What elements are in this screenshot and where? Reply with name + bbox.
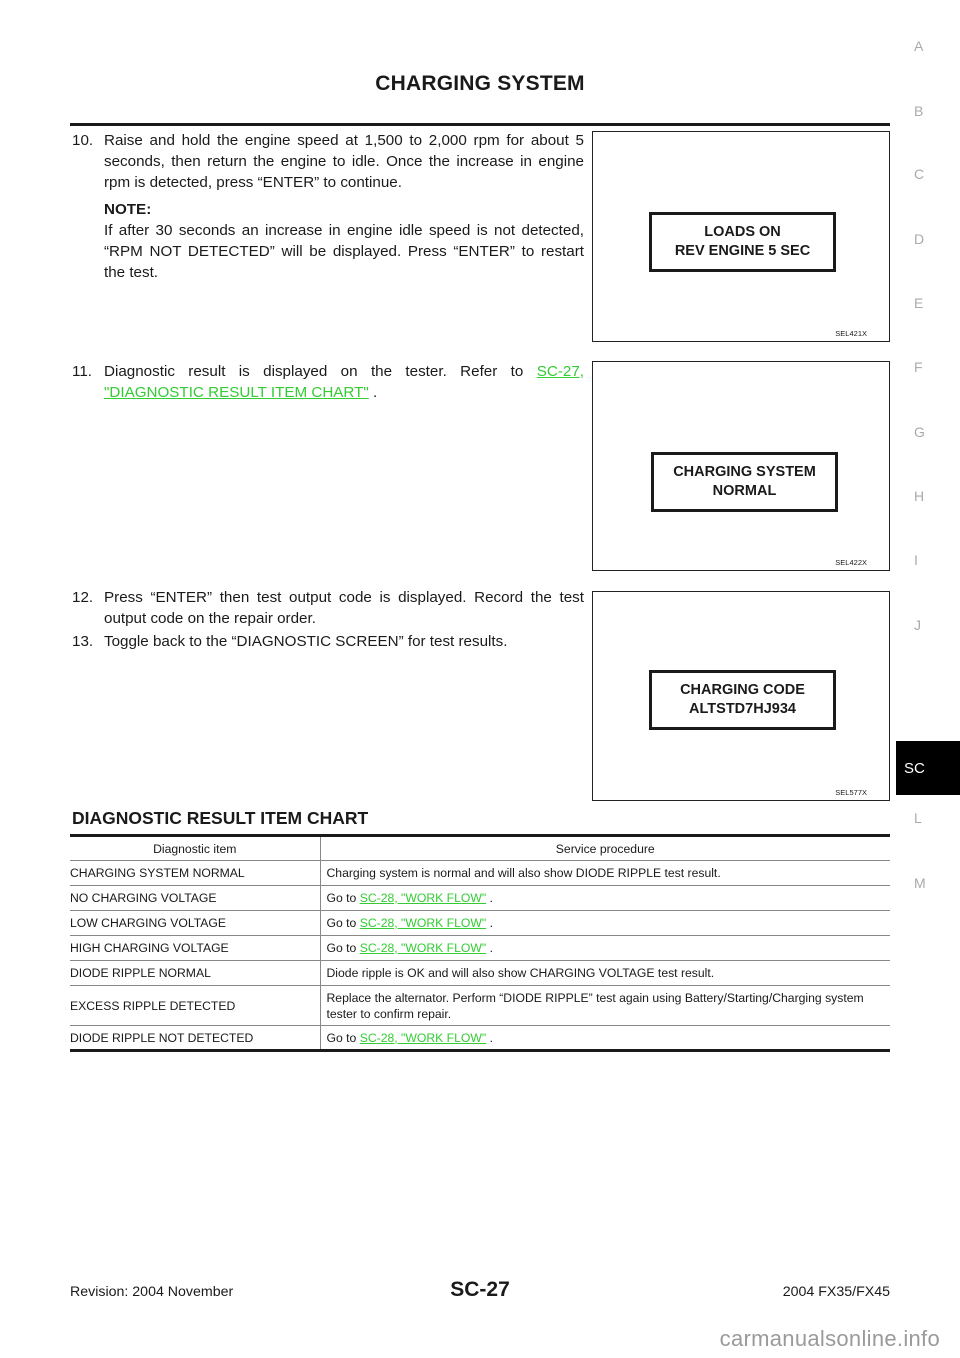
table-row: DIODE RIPPLE NOT DETECTED Go to SC-28, "… — [70, 1025, 890, 1052]
index-tab-g[interactable]: G — [896, 405, 960, 459]
diagnostic-item: HIGH CHARGING VOLTAGE — [70, 935, 321, 961]
index-tab-c[interactable]: C — [896, 147, 960, 201]
page-title: CHARGING SYSTEM — [375, 72, 585, 95]
work-flow-link[interactable]: SC-28, "WORK FLOW" — [360, 941, 486, 955]
table-row: HIGH CHARGING VOLTAGE Go to SC-28, "WORK… — [70, 935, 890, 961]
screen-line-2: ALTSTD7HJ934 — [689, 701, 796, 717]
service-procedure: Replace the alternator. Perform “DIODE R… — [320, 985, 890, 1026]
index-tab-b[interactable]: B — [896, 84, 960, 138]
footer-model: 2004 FX35/FX45 — [782, 1284, 890, 1300]
table-header-row: Diagnostic item Service procedure — [70, 834, 890, 861]
step-text: Toggle back to the “DIAGNOSTIC SCREEN” f… — [104, 633, 508, 650]
step-number: 10. — [72, 132, 94, 149]
procedure-suffix: . — [486, 1030, 493, 1045]
figure-charging-normal: CHARGING SYSTEM NORMAL SEL422X — [592, 361, 890, 571]
service-procedure: Go to SC-28, "WORK FLOW" . — [320, 935, 890, 961]
step-text: Diagnostic result is displayed on the te… — [104, 363, 537, 380]
column-header: Diagnostic item — [70, 834, 321, 861]
step-text: Raise and hold the engine speed at 1,500… — [104, 132, 584, 191]
diagnostic-item: EXCESS RIPPLE DETECTED — [70, 985, 321, 1026]
step-text: Press “ENTER” then test output code is d… — [104, 589, 584, 627]
table-row: DIODE RIPPLE NORMAL Diode ripple is OK a… — [70, 960, 890, 986]
column-header: Service procedure — [320, 834, 890, 861]
step-text-suffix: . — [368, 384, 378, 401]
note-text: If after 30 seconds an increase in engin… — [104, 222, 584, 281]
watermark: carmanualsonline.info — [719, 1326, 940, 1351]
tester-screen: CHARGING SYSTEM NORMAL — [651, 452, 838, 512]
work-flow-link[interactable]: SC-28, "WORK FLOW" — [360, 1031, 486, 1045]
figure-loads-on: LOADS ON REV ENGINE 5 SEC SEL421X — [592, 131, 890, 342]
work-flow-link[interactable]: SC-28, "WORK FLOW" — [360, 891, 486, 905]
screen-line-2: NORMAL — [712, 483, 777, 499]
header-rule — [70, 123, 890, 126]
tester-screen: LOADS ON REV ENGINE 5 SEC — [649, 212, 836, 272]
figure-id: SEL577X — [835, 788, 867, 797]
step-11: 11. Diagnostic result is displayed on th… — [72, 361, 584, 403]
diagnostic-result-table: Diagnostic item Service procedure CHARGI… — [70, 834, 890, 1052]
index-tab-sc[interactable]: SC — [896, 741, 960, 795]
index-tab-m[interactable]: M — [896, 856, 960, 910]
table-row: LOW CHARGING VOLTAGE Go to SC-28, "WORK … — [70, 910, 890, 936]
service-procedure: Charging system is normal and will also … — [320, 860, 890, 886]
step-13: 13. Toggle back to the “DIAGNOSTIC SCREE… — [72, 631, 584, 652]
tester-screen: CHARGING CODE ALTSTD7HJ934 — [649, 670, 836, 730]
index-tab-f[interactable]: F — [896, 340, 960, 394]
service-procedure: Go to SC-28, "WORK FLOW" . — [320, 885, 890, 911]
index-tab-a[interactable]: A — [896, 19, 960, 73]
diagnostic-item: NO CHARGING VOLTAGE — [70, 885, 321, 911]
table-row: EXCESS RIPPLE DETECTED Replace the alter… — [70, 985, 890, 1026]
procedure-prefix: Go to — [326, 1030, 360, 1045]
step-number: 11. — [72, 363, 92, 380]
service-procedure: Go to SC-28, "WORK FLOW" . — [320, 910, 890, 936]
figure-charging-code: CHARGING CODE ALTSTD7HJ934 SEL577X — [592, 591, 890, 801]
work-flow-link[interactable]: SC-28, "WORK FLOW" — [360, 916, 486, 930]
screen-line-1: CHARGING CODE — [680, 682, 805, 698]
screen-line-1: LOADS ON — [704, 224, 781, 240]
step-number: 12. — [72, 589, 94, 606]
step-10: 10. Raise and hold the engine speed at 1… — [72, 130, 584, 283]
table-row: CHARGING SYSTEM NORMAL Charging system i… — [70, 860, 890, 886]
step-number: 13. — [72, 633, 94, 650]
index-tab-h[interactable]: H — [896, 469, 960, 523]
figure-id: SEL422X — [835, 558, 867, 567]
procedure-prefix: Go to — [326, 916, 360, 930]
screen-line-1: CHARGING SYSTEM — [673, 464, 816, 480]
procedure-prefix: Go to — [326, 891, 360, 905]
procedure-suffix: . — [486, 891, 493, 905]
diagnostic-item: LOW CHARGING VOLTAGE — [70, 910, 321, 936]
index-tab-i[interactable]: I — [896, 533, 960, 587]
index-tab-e[interactable]: E — [896, 276, 960, 330]
note-label: NOTE: — [104, 201, 152, 218]
index-tab-d[interactable]: D — [896, 212, 960, 266]
procedure-suffix: . — [486, 941, 493, 955]
index-tab-j[interactable]: J — [896, 598, 960, 652]
table-row: NO CHARGING VOLTAGE Go to SC-28, "WORK F… — [70, 885, 890, 911]
step-12: 12. Press “ENTER” then test output code … — [72, 587, 584, 629]
figure-id: SEL421X — [835, 329, 867, 338]
diagnostic-item: DIODE RIPPLE NORMAL — [70, 960, 321, 986]
diagnostic-item: DIODE RIPPLE NOT DETECTED — [70, 1025, 321, 1052]
section-title: DIAGNOSTIC RESULT ITEM CHART — [72, 808, 369, 828]
service-procedure: Diode ripple is OK and will also show CH… — [320, 960, 890, 986]
screen-line-2: REV ENGINE 5 SEC — [674, 243, 811, 259]
index-tab-l[interactable]: L — [896, 791, 960, 845]
procedure-suffix: . — [486, 916, 493, 930]
service-procedure: Go to SC-28, "WORK FLOW" . — [320, 1025, 890, 1052]
procedure-prefix: Go to — [326, 941, 360, 955]
diagnostic-item: CHARGING SYSTEM NORMAL — [70, 860, 321, 886]
